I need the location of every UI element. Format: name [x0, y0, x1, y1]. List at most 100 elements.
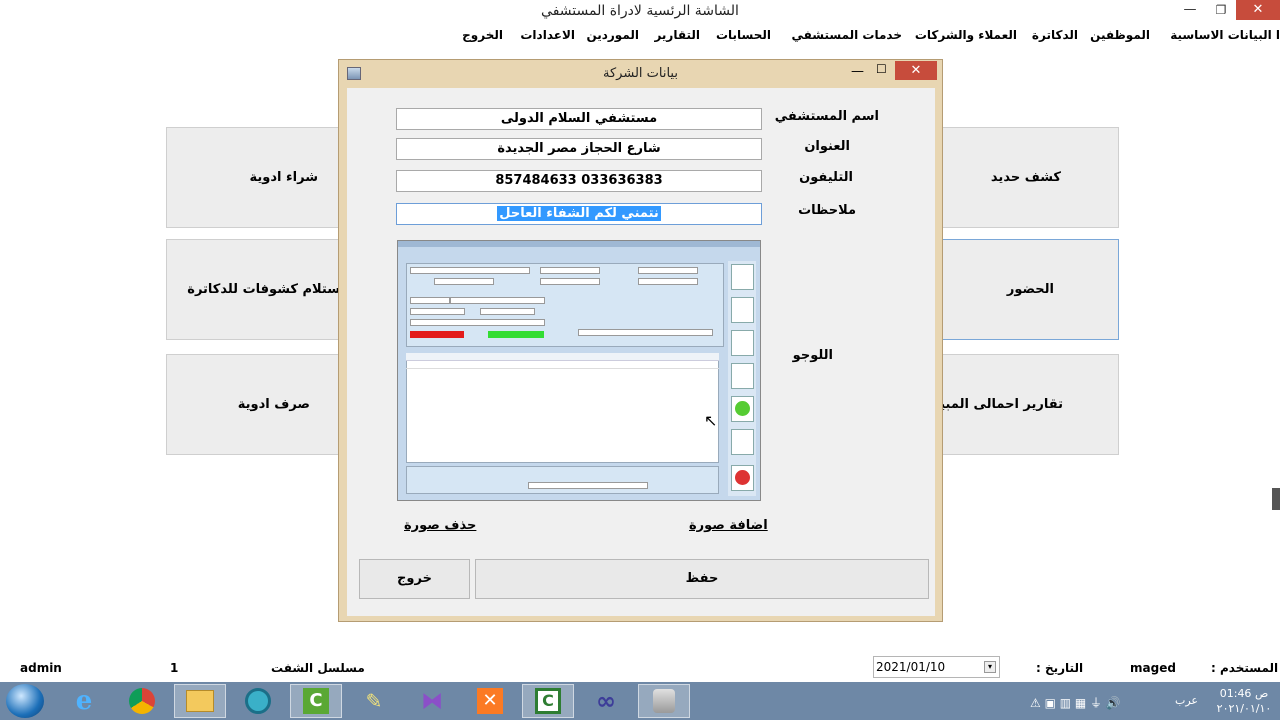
date-value: 2021/01/10: [876, 660, 946, 674]
menu-exit[interactable]: الخروج: [462, 28, 503, 42]
logo-inner-field: [410, 267, 530, 274]
logo-inner-button: [731, 330, 754, 356]
date-dropdown-icon[interactable]: ▾: [984, 661, 996, 673]
logo-inner-button: [731, 264, 754, 290]
language-indicator[interactable]: عرب: [1175, 694, 1198, 720]
logo-inner-field: [410, 297, 450, 304]
tile-buy-meds[interactable]: شراء ادوية: [166, 127, 349, 228]
menu-suppliers[interactable]: الموردين: [586, 28, 639, 42]
clock-date: ٢٠٢١/٠١/١٠: [1216, 702, 1272, 715]
notes-selected-text: نتمني لكم الشفاء العاحل: [497, 206, 661, 221]
database-icon[interactable]: [638, 684, 690, 718]
logo-inner-button: [731, 363, 754, 389]
start-button[interactable]: [6, 684, 44, 718]
tile-buy-meds-label: شراء ادوية: [249, 170, 318, 185]
logo-inner-grid-row: [406, 361, 719, 369]
logo-inner-titlebar: [398, 241, 760, 247]
tile-attendance[interactable]: الحضور: [940, 239, 1119, 340]
scroll-fragment: [1272, 488, 1280, 510]
tile-new-exam[interactable]: كشف حديد: [940, 127, 1119, 228]
date-label: التاريخ :: [1036, 661, 1084, 675]
date-picker[interactable]: 2021/01/10 ▾: [873, 656, 1000, 678]
tile-dispense-meds[interactable]: صرف ادوية: [166, 354, 349, 455]
restore-button[interactable]: ❐: [1208, 0, 1234, 20]
tile-sales-reports-label: تقارير احمالى المبيعات: [941, 397, 1063, 412]
tile-dispense-meds-label: صرف ادوية: [237, 397, 310, 412]
logo-inner-field: [528, 482, 648, 489]
menu-customers[interactable]: العملاء والشركات: [915, 28, 1017, 42]
hospital-name-field[interactable]: مستشفي السلام الدولى: [396, 108, 762, 130]
phone-field[interactable]: 033636383 857484633: [396, 170, 762, 192]
address-label: العنوان: [804, 139, 850, 154]
save-button[interactable]: حفظ: [475, 559, 929, 599]
logo-inner-button: [731, 297, 754, 323]
logo-inner-check-icon: [735, 401, 750, 416]
menu-accounts[interactable]: الحسابات: [716, 28, 771, 42]
ie-icon[interactable]: e: [58, 684, 110, 718]
logo-inner-footer: [406, 466, 719, 494]
logo-inner-field: [434, 278, 494, 285]
dialog-maximize-button[interactable]: ☐: [876, 62, 887, 76]
folder-icon[interactable]: [174, 684, 226, 718]
clock[interactable]: 01:46 ص ٢٠٢١/٠١/١٠: [1212, 686, 1276, 716]
tools-icon[interactable]: ✎: [348, 684, 400, 718]
dialog-body: اسم المستشفي العنوان التليفون ملاحظات ال…: [347, 88, 935, 616]
logo-inner-field: [410, 319, 545, 326]
phone-label: التليفون: [799, 170, 853, 185]
shift-label: مسلسل الشفت: [271, 661, 365, 675]
delete-image-link[interactable]: حذف صورة: [404, 518, 476, 533]
infinity-icon[interactable]: ∞: [580, 684, 632, 718]
logo-inner-field: [578, 329, 713, 336]
hospital-name-label: اسم المستشفي: [774, 109, 879, 124]
tile-receive-exams-label: ستلام كشوفات للدكاترة: [187, 282, 340, 297]
shift-value: 1: [170, 661, 179, 675]
company-data-dialog: بيانات الشركة — ☐ ✕ اسم المستشفي العنوان…: [338, 59, 943, 622]
menu-bar: ا البيانات الاساسية الموظفين الدكاترة ال…: [0, 25, 1280, 47]
logo-inner-grid-header: [406, 353, 719, 361]
visual-studio-icon[interactable]: ⧓: [406, 684, 458, 718]
exit-button[interactable]: خروج: [359, 559, 470, 599]
logo-inner-field: [638, 267, 698, 274]
menu-hospital-services[interactable]: خدمات المستشفي: [791, 28, 902, 42]
camtasia2-icon[interactable]: C: [522, 684, 574, 718]
dialog-close-button[interactable]: ✕: [895, 61, 937, 80]
xampp-icon[interactable]: ✕: [464, 684, 516, 718]
logo-inner-field: [540, 278, 600, 285]
notes-label: ملاحظات: [798, 203, 856, 218]
logo-inner-button: [731, 429, 754, 455]
tile-new-exam-label: كشف حديد: [990, 170, 1061, 185]
logo-label: اللوجو: [792, 348, 833, 363]
chrome-icon[interactable]: [116, 684, 168, 718]
taskbar: e C ✎ ⧓ ✕ C ∞ ⚠ ▣ ▥ ▦ ⏚ 🔊 عرب 01:46 ص ٢٠…: [0, 682, 1280, 720]
logo-picture[interactable]: ↖: [397, 240, 761, 501]
logo-inner-grid: [406, 353, 719, 463]
logo-inner-field: [410, 308, 465, 315]
user-label: المستخدم :: [1211, 661, 1279, 675]
menu-employees[interactable]: الموظفين: [1090, 28, 1150, 42]
add-image-link[interactable]: اضافة صورة: [689, 518, 768, 533]
menu-reports[interactable]: التقارير: [654, 28, 700, 42]
logo-inner-field: [638, 278, 698, 285]
tile-sales-reports[interactable]: تقارير احمالى المبيعات: [940, 354, 1119, 455]
media-icon[interactable]: [232, 684, 284, 718]
menu-settings[interactable]: الاعدادات: [520, 28, 575, 42]
address-field[interactable]: شارع الحجاز مصر الجديدة: [396, 138, 762, 160]
user-value: maged: [1130, 661, 1176, 675]
tile-attendance-label: الحضور: [1006, 282, 1054, 297]
menu-basic-data[interactable]: ا البيانات الاساسية: [1170, 28, 1280, 42]
admin-label: admin: [20, 661, 62, 675]
camtasia-icon[interactable]: C: [290, 684, 342, 718]
tray-icons[interactable]: ⚠ ▣ ▥ ▦ ⏚ 🔊: [1030, 694, 1121, 720]
main-titlebar: الشاشة الرئسية لادراة المستشفي — ❐ ✕: [0, 0, 1280, 24]
notes-field[interactable]: نتمني لكم الشفاء العاحل: [396, 203, 762, 225]
dialog-minimize-button[interactable]: —: [851, 64, 864, 79]
clock-time: 01:46 ص: [1219, 687, 1269, 700]
mouse-cursor-icon: ↖: [704, 411, 718, 430]
logo-inner-field: [540, 267, 600, 274]
close-button[interactable]: ✕: [1236, 0, 1280, 20]
logo-red-bar: [410, 331, 464, 338]
logo-green-bar: [488, 331, 544, 338]
minimize-button[interactable]: —: [1177, 0, 1203, 20]
tile-receive-exams[interactable]: ستلام كشوفات للدكاترة: [166, 239, 349, 340]
menu-doctors[interactable]: الدكاترة: [1032, 28, 1078, 42]
